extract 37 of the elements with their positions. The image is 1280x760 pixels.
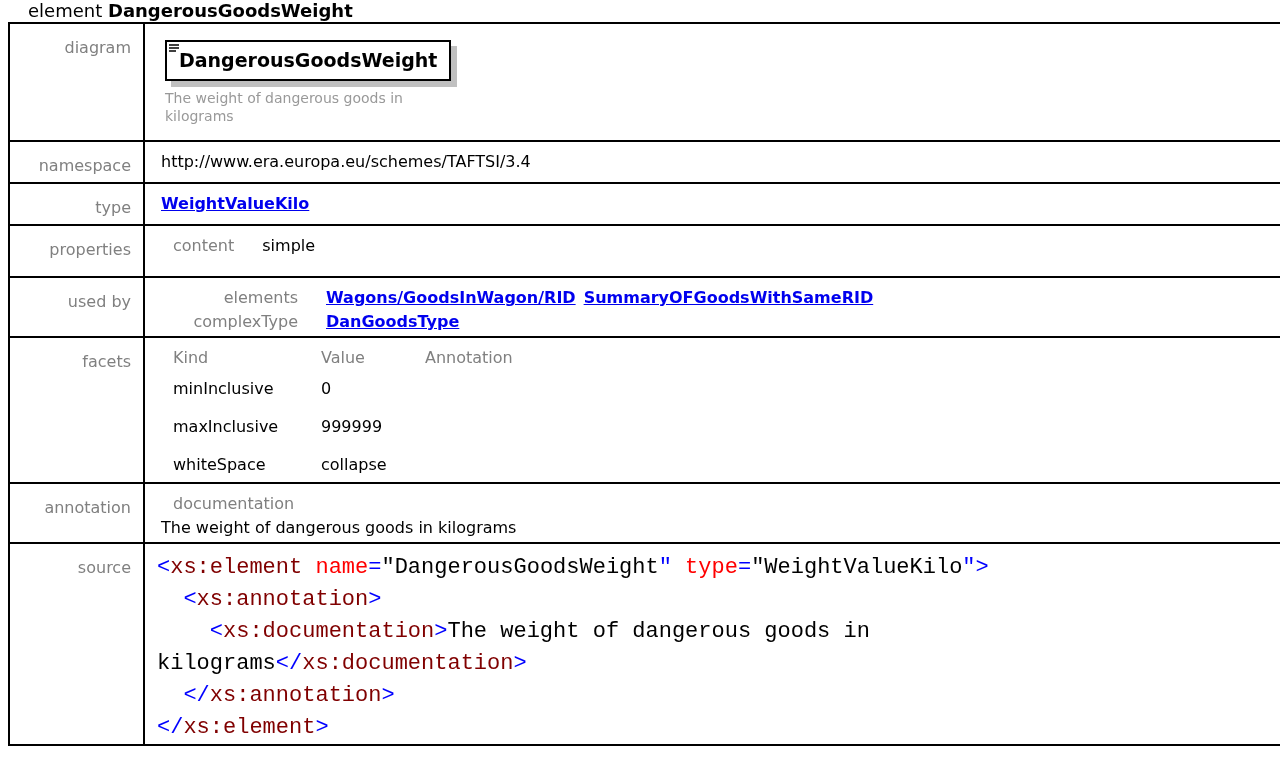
row-label: annotation (44, 498, 131, 517)
code-line: <xs:annotation> (182, 586, 382, 614)
code-line: </xs:element> (157, 714, 329, 742)
row-label: properties (49, 240, 131, 259)
annotation-kind: documentation (173, 493, 296, 515)
type-link[interactable]: WeightValueKilo (161, 192, 310, 216)
page-heading: element DangerousGoodsWeight (27, 0, 354, 22)
row-label: type (95, 198, 131, 217)
usage-kind: elements (222, 287, 298, 309)
usage-kind: complexType (192, 311, 298, 333)
row-label: source (77, 558, 131, 577)
facet-kind: whiteSpace (173, 454, 267, 476)
row-label: used by (67, 292, 131, 311)
code-line: <xs:element name="DangerousGoodsWeight" type="WeightValueKilo"> (157, 554, 989, 582)
type-link[interactable]: DanGoodsType (326, 310, 460, 334)
column-header: Value (321, 347, 366, 369)
property-value: simple (262, 235, 316, 257)
row-label: facets (82, 352, 131, 371)
column-header: Annotation (425, 347, 513, 369)
facet-value: collapse (321, 454, 388, 476)
code-line: </xs:annotation> (182, 682, 395, 710)
row-label: diagram (64, 38, 131, 57)
type-link[interactable]: Wagons/GoodsInWagon/RID (326, 286, 576, 310)
code-line: kilograms</xs:documentation> (157, 650, 527, 678)
facet-kind: maxInclusive (173, 416, 280, 438)
facet-kind: minInclusive (173, 378, 275, 400)
row-label: namespace (38, 156, 131, 175)
element-caption: The weight of dangerous goods in kilograms (165, 88, 404, 125)
column-header: Kind (173, 347, 210, 369)
annotation-text: The weight of dangerous goods in kilograms (161, 517, 518, 539)
code-line: <xs:documentation>The weight of dangerous goods in (208, 618, 870, 646)
type-link[interactable]: SummaryOFGoodsWithSameRID (583, 286, 874, 310)
facet-value: 999999 (321, 416, 384, 438)
facet-value: 0 (321, 378, 333, 400)
lines-icon (169, 44, 179, 52)
property-key: content (173, 234, 235, 258)
namespace-value: http://www.era.europa.eu/schemes/TAFTSI/3.4 (160, 152, 531, 171)
